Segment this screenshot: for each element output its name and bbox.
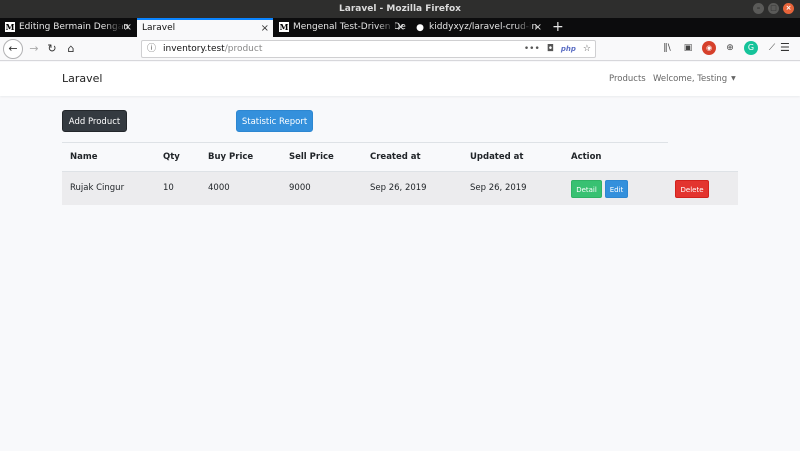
caret-down-icon: ▼	[731, 75, 736, 82]
forward-arrow-icon[interactable]: →	[25, 40, 43, 58]
edit-button[interactable]: Edit	[605, 180, 628, 198]
cell-created-at: Sep 26, 2019	[370, 183, 427, 193]
minimize-icon[interactable]: –	[753, 3, 764, 14]
pocket-icon[interactable]: ◘	[547, 41, 554, 57]
page-actions-icon[interactable]: •••	[524, 41, 540, 57]
header-action: Action	[571, 152, 602, 162]
medium-icon: M	[279, 22, 289, 32]
tab-tdd[interactable]: M Mengenal Test-Driven De ×	[274, 18, 409, 37]
dropper-icon[interactable]: ⟋	[765, 41, 779, 55]
header-created-at: Created at	[370, 152, 421, 162]
maximize-icon[interactable]: □	[768, 3, 779, 14]
delete-button[interactable]: Delete	[675, 180, 709, 198]
back-arrow-icon[interactable]: ←	[3, 39, 23, 59]
new-tab-icon[interactable]: +	[552, 18, 564, 37]
tab-editing[interactable]: M Editing Bermain Dengan ×	[0, 18, 136, 37]
header-updated-at: Updated at	[470, 152, 524, 162]
github-icon: ●	[416, 23, 424, 33]
app-navbar: Laravel Products Welcome, Testing ▼	[0, 62, 800, 96]
reload-icon[interactable]: ↻	[43, 40, 61, 58]
window-titlebar: Laravel - Mozilla Firefox – □ ×	[0, 0, 800, 18]
statistic-report-button[interactable]: Statistic Report	[236, 110, 313, 132]
sidebar-icon[interactable]: ▣	[681, 41, 695, 55]
page-content: Laravel Products Welcome, Testing ▼ Add P…	[0, 62, 800, 451]
medium-icon: M	[5, 22, 15, 32]
grammarly-icon[interactable]: G	[744, 41, 758, 55]
url-text[interactable]: inventory.test/product	[163, 41, 262, 57]
tab-strip: M Editing Bermain Dengan × Laravel × M Men…	[0, 18, 800, 37]
header-buy-price: Buy Price	[208, 152, 254, 162]
window-controls: – □ ×	[753, 3, 794, 14]
info-icon[interactable]: ⓘ	[147, 41, 156, 57]
user-dropdown[interactable]: Welcome, Testing ▼	[653, 74, 736, 84]
add-product-button[interactable]: Add Product	[62, 110, 127, 132]
close-tab-icon[interactable]: ×	[124, 18, 132, 37]
table-row: Rujak Cingur 10 4000 9000 Sep 26, 2019 S…	[62, 171, 738, 205]
extension-icon[interactable]: ◉	[702, 41, 716, 55]
nav-products-link[interactable]: Products	[609, 74, 646, 84]
download-icon[interactable]: ⊕	[723, 41, 737, 55]
home-icon[interactable]: ⌂	[62, 40, 80, 58]
hamburger-menu-icon[interactable]: ☰	[780, 41, 790, 54]
cell-qty: 10	[163, 183, 174, 193]
brand-link[interactable]: Laravel	[62, 72, 102, 85]
close-tab-icon[interactable]: ×	[261, 20, 269, 37]
detail-button[interactable]: Detail	[571, 180, 602, 198]
cell-updated-at: Sep 26, 2019	[470, 183, 527, 193]
close-window-icon[interactable]: ×	[783, 3, 794, 14]
cell-sell-price: 9000	[289, 183, 311, 193]
toolbar-icons: ‖\ ▣ ◉ ⊕ G ⟋	[660, 41, 779, 55]
tab-laravel[interactable]: Laravel ×	[137, 18, 273, 37]
nav-toolbar: ← → ↻ ⌂ ⓘ inventory.test/product ••• ◘ p…	[0, 37, 800, 61]
header-qty: Qty	[163, 152, 180, 162]
header-sell-price: Sell Price	[289, 152, 334, 162]
url-bar[interactable]: ⓘ inventory.test/product ••• ◘ php ☆	[141, 40, 596, 58]
cell-buy-price: 4000	[208, 183, 230, 193]
close-tab-icon[interactable]: ×	[534, 18, 542, 37]
bookmark-star-icon[interactable]: ☆	[583, 41, 591, 57]
library-icon[interactable]: ‖\	[660, 41, 674, 55]
cell-name: Rujak Cingur	[70, 183, 125, 193]
php-icon[interactable]: php	[561, 41, 576, 57]
table-divider	[62, 142, 668, 143]
close-tab-icon[interactable]: ×	[397, 18, 405, 37]
tab-github[interactable]: ● kiddyxyz/laravel-crud-in ×	[410, 18, 546, 37]
url-actions: ••• ◘ php ☆	[524, 41, 591, 57]
tab-label: Laravel	[142, 23, 176, 33]
header-name: Name	[70, 152, 98, 162]
window-title: Laravel - Mozilla Firefox	[339, 4, 461, 14]
